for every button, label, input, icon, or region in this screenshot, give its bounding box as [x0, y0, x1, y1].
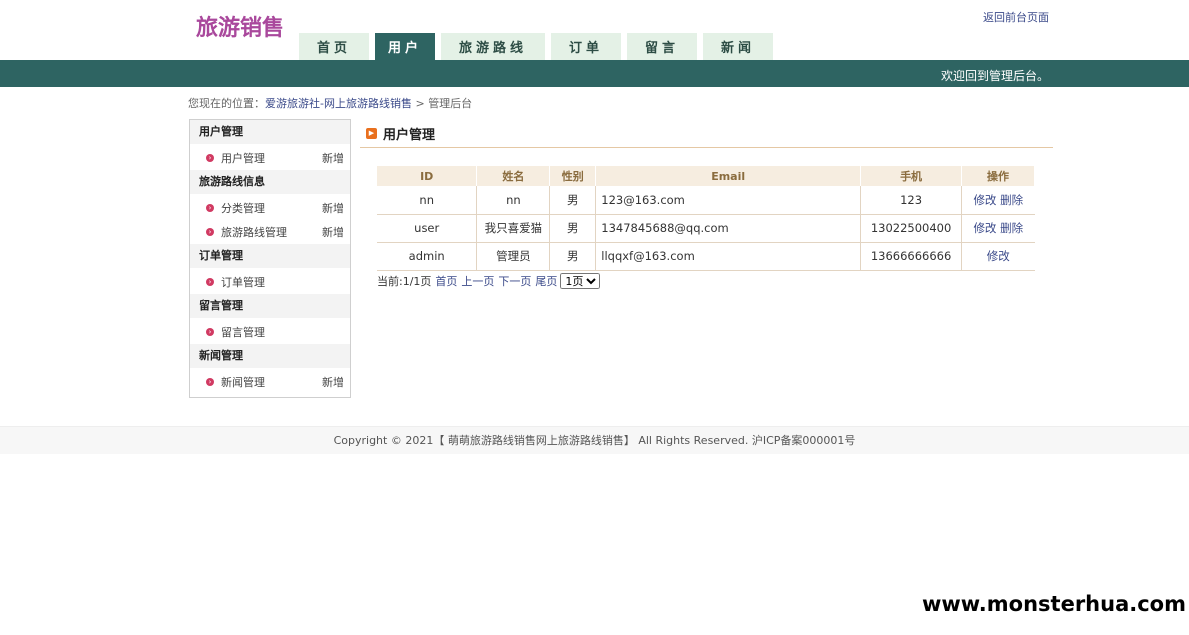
- sidebar-link-user-management[interactable]: 用户管理: [221, 150, 265, 166]
- sidebar-item-news-management: › 新闻管理 新增: [190, 370, 350, 394]
- pager-first[interactable]: 首页: [435, 273, 457, 289]
- sidebar-section-orders: 订单管理: [190, 244, 350, 268]
- sidebar-section-routes: 旅游路线信息: [190, 170, 350, 194]
- cell-name: 我只喜爱猫: [476, 214, 551, 243]
- watermark: www.monsterhua.com: [917, 592, 1186, 616]
- sidebar-item-user-management: › 用户管理 新增: [190, 146, 350, 170]
- page-select[interactable]: 1页: [560, 273, 601, 289]
- cell-gender: 男: [549, 186, 597, 215]
- delete-link[interactable]: 删除: [1000, 221, 1023, 235]
- tab-routes[interactable]: 旅游路线: [441, 33, 545, 60]
- sidebar-link-route-management[interactable]: 旅游路线管理: [221, 224, 287, 240]
- sidebar-section-messages: 留言管理: [190, 294, 350, 318]
- cell-phone: 13666666666: [860, 242, 963, 271]
- pager-status: 当前:1/1页: [377, 275, 432, 288]
- sidebar-item-order-management: › 订单管理: [190, 270, 350, 294]
- sidebar-link-message-management[interactable]: 留言管理: [221, 324, 265, 340]
- pager-next[interactable]: 下一页: [498, 273, 531, 289]
- title-divider: [360, 147, 1053, 148]
- cell-phone: 123: [860, 186, 963, 215]
- edit-link[interactable]: 修改: [973, 193, 996, 207]
- breadcrumb-current: 管理后台: [428, 97, 473, 110]
- tab-home[interactable]: 首页: [299, 33, 369, 60]
- cell-email: llqqxf@163.com: [595, 242, 862, 271]
- cell-actions: 修改 删除: [961, 186, 1035, 215]
- sidebar-section-news: 新闻管理: [190, 344, 350, 368]
- breadcrumb-separator: >: [415, 97, 425, 110]
- breadcrumb: 您现在的位置：爱游旅游社-网上旅游路线销售 > 管理后台: [188, 95, 472, 111]
- arrow-icon: ▶: [366, 128, 377, 139]
- page: 旅游销售 返回前台页面 首页 用户 旅游路线 订单 留言 新闻 欢迎回到管理后台…: [0, 0, 1189, 635]
- header-bar: 欢迎回到管理后台。: [0, 60, 1189, 87]
- tab-messages[interactable]: 留言: [627, 33, 697, 60]
- tab-users[interactable]: 用户: [375, 33, 435, 60]
- cell-actions: 修改 删除: [961, 214, 1035, 243]
- table-row: nn nn 男 123@163.com 123 修改 删除: [377, 186, 1035, 215]
- tab-news[interactable]: 新闻: [703, 33, 773, 60]
- sidebar-link-order-management[interactable]: 订单管理: [221, 274, 265, 290]
- pagination: 当前:1/1页 首页 上一页 下一页 尾页 1页: [377, 273, 601, 289]
- cell-name: 管理员: [476, 242, 551, 271]
- bullet-icon: ›: [206, 328, 214, 336]
- footer-copyright: Copyright © 2021【 萌萌旅游路线销售网上旅游路线销售】 All …: [333, 434, 856, 447]
- sidebar-item-route-management: › 旅游路线管理 新增: [190, 220, 350, 244]
- cell-id: nn: [377, 186, 478, 215]
- breadcrumb-site-link[interactable]: 爱游旅游社-网上旅游路线销售: [265, 97, 412, 110]
- footer: Copyright © 2021【 萌萌旅游路线销售网上旅游路线销售】 All …: [0, 426, 1189, 454]
- cell-name: nn: [476, 186, 551, 215]
- sidebar-item-category-management: › 分类管理 新增: [190, 196, 350, 220]
- pager-last[interactable]: 尾页: [535, 273, 557, 289]
- sidebar-add-user[interactable]: 新增: [322, 150, 344, 166]
- bullet-icon: ›: [206, 204, 214, 212]
- tab-orders[interactable]: 订单: [551, 33, 621, 60]
- col-header-gender: 性别: [549, 166, 597, 186]
- sidebar-section-users: 用户管理: [190, 120, 350, 144]
- bullet-icon: ›: [206, 154, 214, 162]
- sidebar-add-category[interactable]: 新增: [322, 200, 344, 216]
- breadcrumb-prefix: 您现在的位置：: [188, 97, 265, 110]
- edit-link[interactable]: 修改: [973, 221, 996, 235]
- back-to-frontend-link[interactable]: 返回前台页面: [983, 9, 1049, 25]
- site-logo: 旅游销售: [196, 16, 285, 41]
- table-row: user 我只喜爱猫 男 1347845688@qq.com 130225004…: [377, 214, 1035, 243]
- sidebar-add-route[interactable]: 新增: [322, 224, 344, 240]
- cell-gender: 男: [549, 242, 597, 271]
- page-title-text: 用户管理: [383, 128, 436, 143]
- col-header-actions: 操作: [961, 166, 1035, 186]
- pager-prev[interactable]: 上一页: [461, 273, 494, 289]
- sidebar: 用户管理 › 用户管理 新增 旅游路线信息 › 分类管理 新增 › 旅游路线管理…: [189, 119, 351, 398]
- cell-actions: 修改: [961, 242, 1035, 271]
- sidebar-link-news-management[interactable]: 新闻管理: [221, 374, 265, 390]
- bullet-icon: ›: [206, 228, 214, 236]
- sidebar-link-category-management[interactable]: 分类管理: [221, 200, 265, 216]
- page-title: ▶ 用户管理: [366, 124, 435, 143]
- delete-link[interactable]: 删除: [1000, 193, 1023, 207]
- sidebar-item-message-management: › 留言管理: [190, 320, 350, 344]
- col-header-phone: 手机: [860, 166, 963, 186]
- main-nav: 首页 用户 旅游路线 订单 留言 新闻: [299, 33, 779, 60]
- table-row: admin 管理员 男 llqqxf@163.com 13666666666 修…: [377, 242, 1035, 271]
- col-header-email: Email: [595, 166, 862, 186]
- users-table: ID 姓名 性别 Email 手机 操作 nn nn 男 123@163.com…: [377, 166, 1035, 271]
- cell-gender: 男: [549, 214, 597, 243]
- bullet-icon: ›: [206, 278, 214, 286]
- col-header-name: 姓名: [476, 166, 551, 186]
- sidebar-add-news[interactable]: 新增: [322, 374, 344, 390]
- cell-id: user: [377, 214, 478, 243]
- cell-email: 123@163.com: [595, 186, 862, 215]
- cell-id: admin: [377, 242, 478, 271]
- edit-link[interactable]: 修改: [987, 249, 1010, 263]
- cell-email: 1347845688@qq.com: [595, 214, 862, 243]
- table-header-row: ID 姓名 性别 Email 手机 操作: [377, 166, 1035, 186]
- cell-phone: 13022500400: [860, 214, 963, 243]
- bullet-icon: ›: [206, 378, 214, 386]
- welcome-text: 欢迎回到管理后台。: [940, 69, 1049, 83]
- col-header-id: ID: [377, 166, 478, 186]
